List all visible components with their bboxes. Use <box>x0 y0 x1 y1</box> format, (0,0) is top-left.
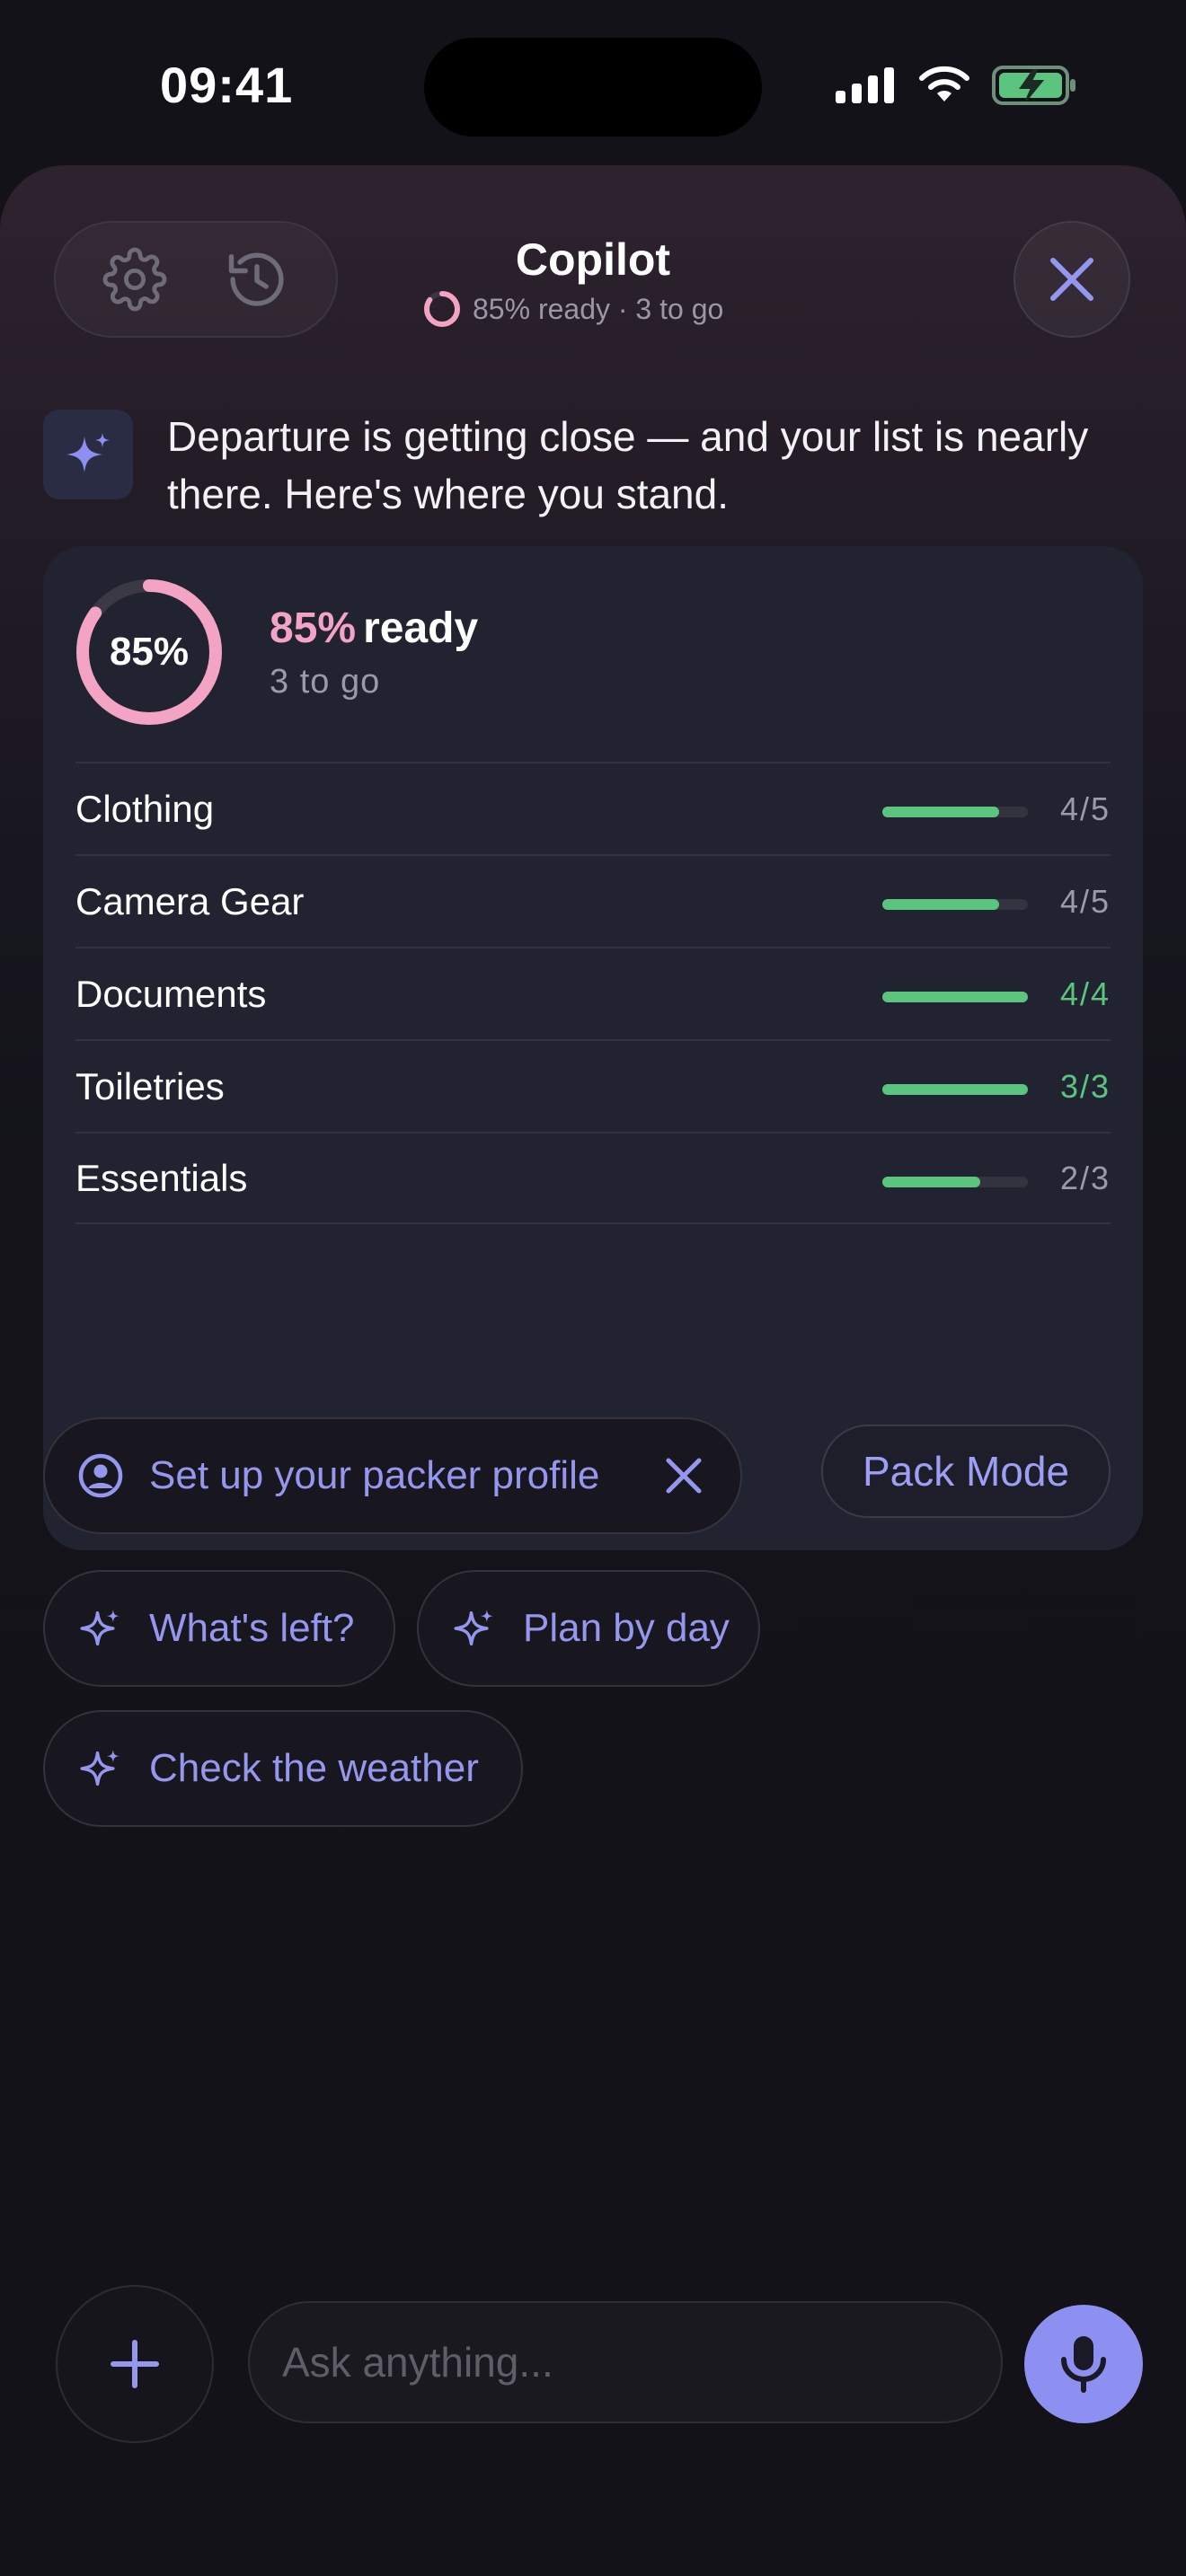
category-label: Essentials <box>75 1156 248 1199</box>
category-count: 4/4 <box>1059 975 1111 1012</box>
ready-heading: 85% ready <box>270 604 478 653</box>
category-row-essentials[interactable]: Essentials 2/3 <box>75 1132 1111 1224</box>
sparkle-icon <box>75 1743 126 1794</box>
ready-word: ready <box>363 604 479 652</box>
header-subtitle: 85% ready · 3 to go <box>422 289 723 329</box>
category-progress-fill <box>882 899 999 910</box>
packer-profile-label: Set up your packer profile <box>149 1453 600 1497</box>
packing-summary-card: 85% 85% ready 3 to go Clothing 4/5 Camera… <box>43 546 1143 1550</box>
category-progress-fill <box>882 1177 980 1187</box>
category-progress-fill <box>882 992 1028 1002</box>
progress-ring: 85% <box>74 577 225 728</box>
category-label: Documents <box>75 972 267 1015</box>
plan-by-day-label: Plan by day <box>523 1606 730 1650</box>
category-label: Clothing <box>75 787 215 830</box>
items-to-go: 3 to go <box>270 663 381 701</box>
battery-charging-icon <box>992 66 1075 105</box>
category-count: 4/5 <box>1059 790 1111 827</box>
assistant-message: Departure is getting close — and your li… <box>167 413 1089 517</box>
category-label: Toiletries <box>75 1064 225 1107</box>
category-row-toiletries[interactable]: Toiletries 3/3 <box>75 1039 1111 1132</box>
category-progress-bar <box>882 1084 1028 1095</box>
ask-anything-input[interactable] <box>248 2301 1003 2423</box>
category-progress-fill <box>882 1084 1028 1095</box>
pack-mode-button[interactable]: Pack Mode <box>821 1425 1111 1518</box>
progress-ring-small-icon <box>424 291 460 327</box>
category-row-camera-gear[interactable]: Camera Gear 4/5 <box>75 854 1111 947</box>
microphone-icon <box>1061 2336 1106 2393</box>
sparkle-icon <box>449 1603 500 1654</box>
add-attachment-button[interactable] <box>56 2285 214 2443</box>
cellular-signal-icon <box>836 67 894 103</box>
ready-percent: 85% <box>270 604 357 652</box>
category-progress-bar <box>882 899 1028 910</box>
category-count: 4/5 <box>1059 882 1111 920</box>
plus-icon <box>111 2340 159 2388</box>
category-progress-fill <box>882 807 999 817</box>
close-button[interactable] <box>1013 221 1130 338</box>
category-count: 2/3 <box>1059 1159 1111 1196</box>
category-list: Clothing 4/5 Camera Gear 4/5 Documents 4… <box>75 762 1111 1224</box>
category-progress-bar <box>882 992 1028 1002</box>
close-icon <box>1050 258 1093 301</box>
category-label: Camera Gear <box>75 879 305 922</box>
category-row-documents[interactable]: Documents 4/4 <box>75 947 1111 1039</box>
user-circle-icon <box>75 1451 126 1501</box>
header-title: Copilot <box>515 234 671 285</box>
header-subtitle-text: 85% ready · 3 to go <box>473 292 724 325</box>
category-row-clothing[interactable]: Clothing 4/5 <box>75 762 1111 854</box>
category-progress-bar <box>882 807 1028 817</box>
wifi-icon <box>919 66 969 101</box>
plan-by-day-chip[interactable]: Plan by day <box>417 1570 760 1687</box>
sparkle-icon <box>75 1603 126 1654</box>
progress-ring-label: 85% <box>109 630 190 674</box>
status-bar: 09:41 <box>0 0 1186 171</box>
whats-left-label: What's left? <box>149 1606 355 1650</box>
assistant-avatar <box>43 410 133 499</box>
whats-left-chip[interactable]: What's left? <box>43 1570 395 1687</box>
check-weather-chip[interactable]: Check the weather <box>43 1710 523 1827</box>
close-icon <box>666 1458 702 1494</box>
status-icons <box>834 65 1078 106</box>
status-time: 09:41 <box>160 57 294 113</box>
copilot-sheet: Copilot 85% ready · 3 to go Departure is… <box>0 165 1186 2576</box>
check-weather-label: Check the weather <box>149 1746 479 1790</box>
voice-input-button[interactable] <box>1024 2305 1143 2423</box>
dynamic-island <box>424 38 762 137</box>
sparkle-icon <box>66 433 110 472</box>
category-count: 3/3 <box>1059 1067 1111 1105</box>
category-progress-bar <box>882 1177 1028 1187</box>
dismiss-profile-button[interactable] <box>663 1455 704 1506</box>
packer-profile-chip[interactable]: Set up your packer profile <box>43 1417 742 1534</box>
